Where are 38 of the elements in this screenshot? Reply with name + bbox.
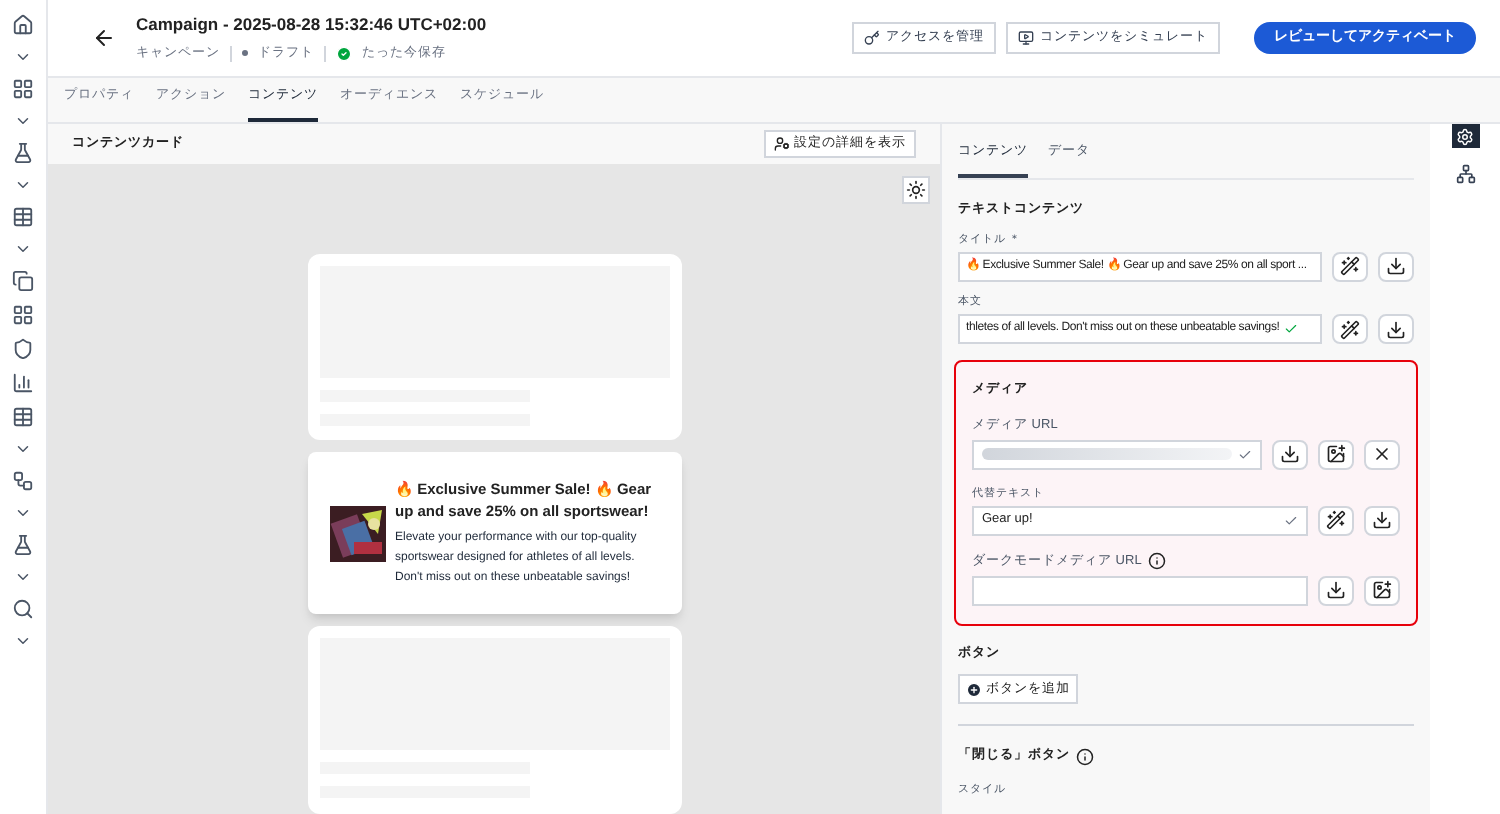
nav-icon[interactable] [12, 470, 34, 492]
user-settings-icon [774, 136, 790, 152]
image-icon[interactable] [1318, 439, 1354, 469]
close-icon[interactable] [1364, 439, 1400, 469]
chevron-icon[interactable] [14, 440, 32, 458]
nav-icon[interactable] [12, 14, 34, 36]
info-icon[interactable] [1076, 747, 1094, 766]
chevron-icon[interactable] [14, 176, 32, 194]
saved-icon [336, 45, 352, 62]
monitor-icon [1018, 30, 1034, 46]
settings-icon[interactable] [1451, 124, 1479, 148]
chevron-icon[interactable] [14, 112, 32, 130]
nav-icon[interactable] [12, 598, 34, 620]
back-icon[interactable] [92, 26, 116, 50]
info-icon[interactable] [1147, 552, 1166, 571]
chevron-icon[interactable] [14, 240, 32, 258]
nav-icon[interactable] [12, 78, 34, 100]
plus-icon [966, 681, 982, 698]
nav-icon[interactable] [12, 304, 34, 326]
nav-icon[interactable] [12, 338, 34, 360]
nav-icon[interactable] [12, 372, 34, 394]
chevron-icon[interactable] [14, 48, 32, 66]
valid-check-icon [1284, 513, 1298, 528]
nav-icon[interactable] [12, 270, 34, 292]
campaign-title: Campaign - 2025-08-28 15:32:46 UTC+02:00 [136, 12, 487, 38]
key-icon [864, 30, 880, 46]
chevron-icon[interactable] [14, 568, 32, 586]
nav-icon[interactable] [12, 406, 34, 428]
nav-icon[interactable] [12, 534, 34, 556]
media-url-field[interactable] [972, 439, 1262, 469]
structure-icon[interactable] [1455, 164, 1475, 184]
valid-check-icon [1238, 447, 1252, 461]
nav-icon[interactable] [12, 142, 34, 164]
dark-media-url-field[interactable] [972, 575, 1308, 605]
nav-icon[interactable] [12, 206, 34, 228]
image-icon[interactable] [1364, 575, 1400, 605]
chevron-icon[interactable] [14, 504, 32, 522]
chevron-icon[interactable] [14, 632, 32, 650]
